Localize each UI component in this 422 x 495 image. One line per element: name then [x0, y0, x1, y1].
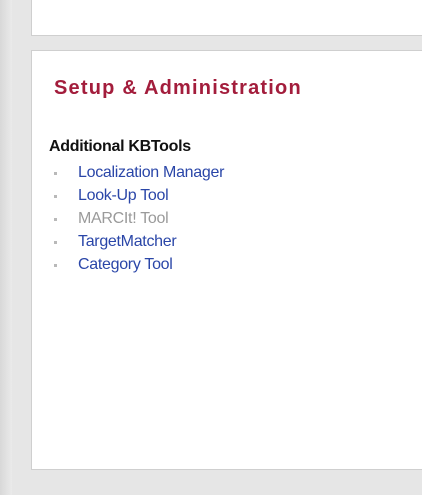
targetmatcher-link[interactable]: TargetMatcher: [78, 233, 177, 251]
look-up-tool-link[interactable]: Look-Up Tool: [78, 187, 169, 205]
tool-list: Localization Manager Look-Up Tool MARCIt…: [54, 161, 224, 276]
list-item: MARCIt! Tool: [54, 207, 224, 230]
category-tool-link[interactable]: Category Tool: [78, 256, 173, 274]
square-bullet-icon: [54, 240, 57, 244]
section-heading: Additional KBTools: [49, 138, 191, 155]
square-bullet-icon: [54, 171, 57, 175]
top-panel: [31, 0, 422, 36]
list-item: Localization Manager: [54, 161, 224, 184]
marcit-tool-label: MARCIt! Tool: [78, 209, 169, 227]
setup-administration-card: Setup & Administration Additional KBTool…: [31, 50, 422, 470]
list-item: TargetMatcher: [54, 230, 224, 253]
left-sidebar-strip: [0, 0, 12, 495]
list-item: Look-Up Tool: [54, 184, 224, 207]
square-bullet-icon: [54, 194, 57, 198]
list-item: Category Tool: [54, 253, 224, 276]
card-title: Setup & Administration: [54, 77, 302, 99]
square-bullet-icon: [54, 263, 57, 267]
square-bullet-icon: [54, 217, 57, 221]
localization-manager-link[interactable]: Localization Manager: [78, 164, 224, 182]
